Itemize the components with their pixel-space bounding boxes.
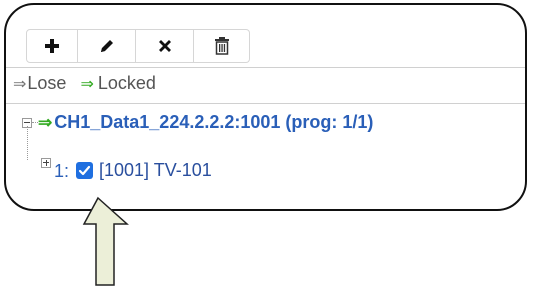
up-arrow-icon (82, 196, 129, 286)
